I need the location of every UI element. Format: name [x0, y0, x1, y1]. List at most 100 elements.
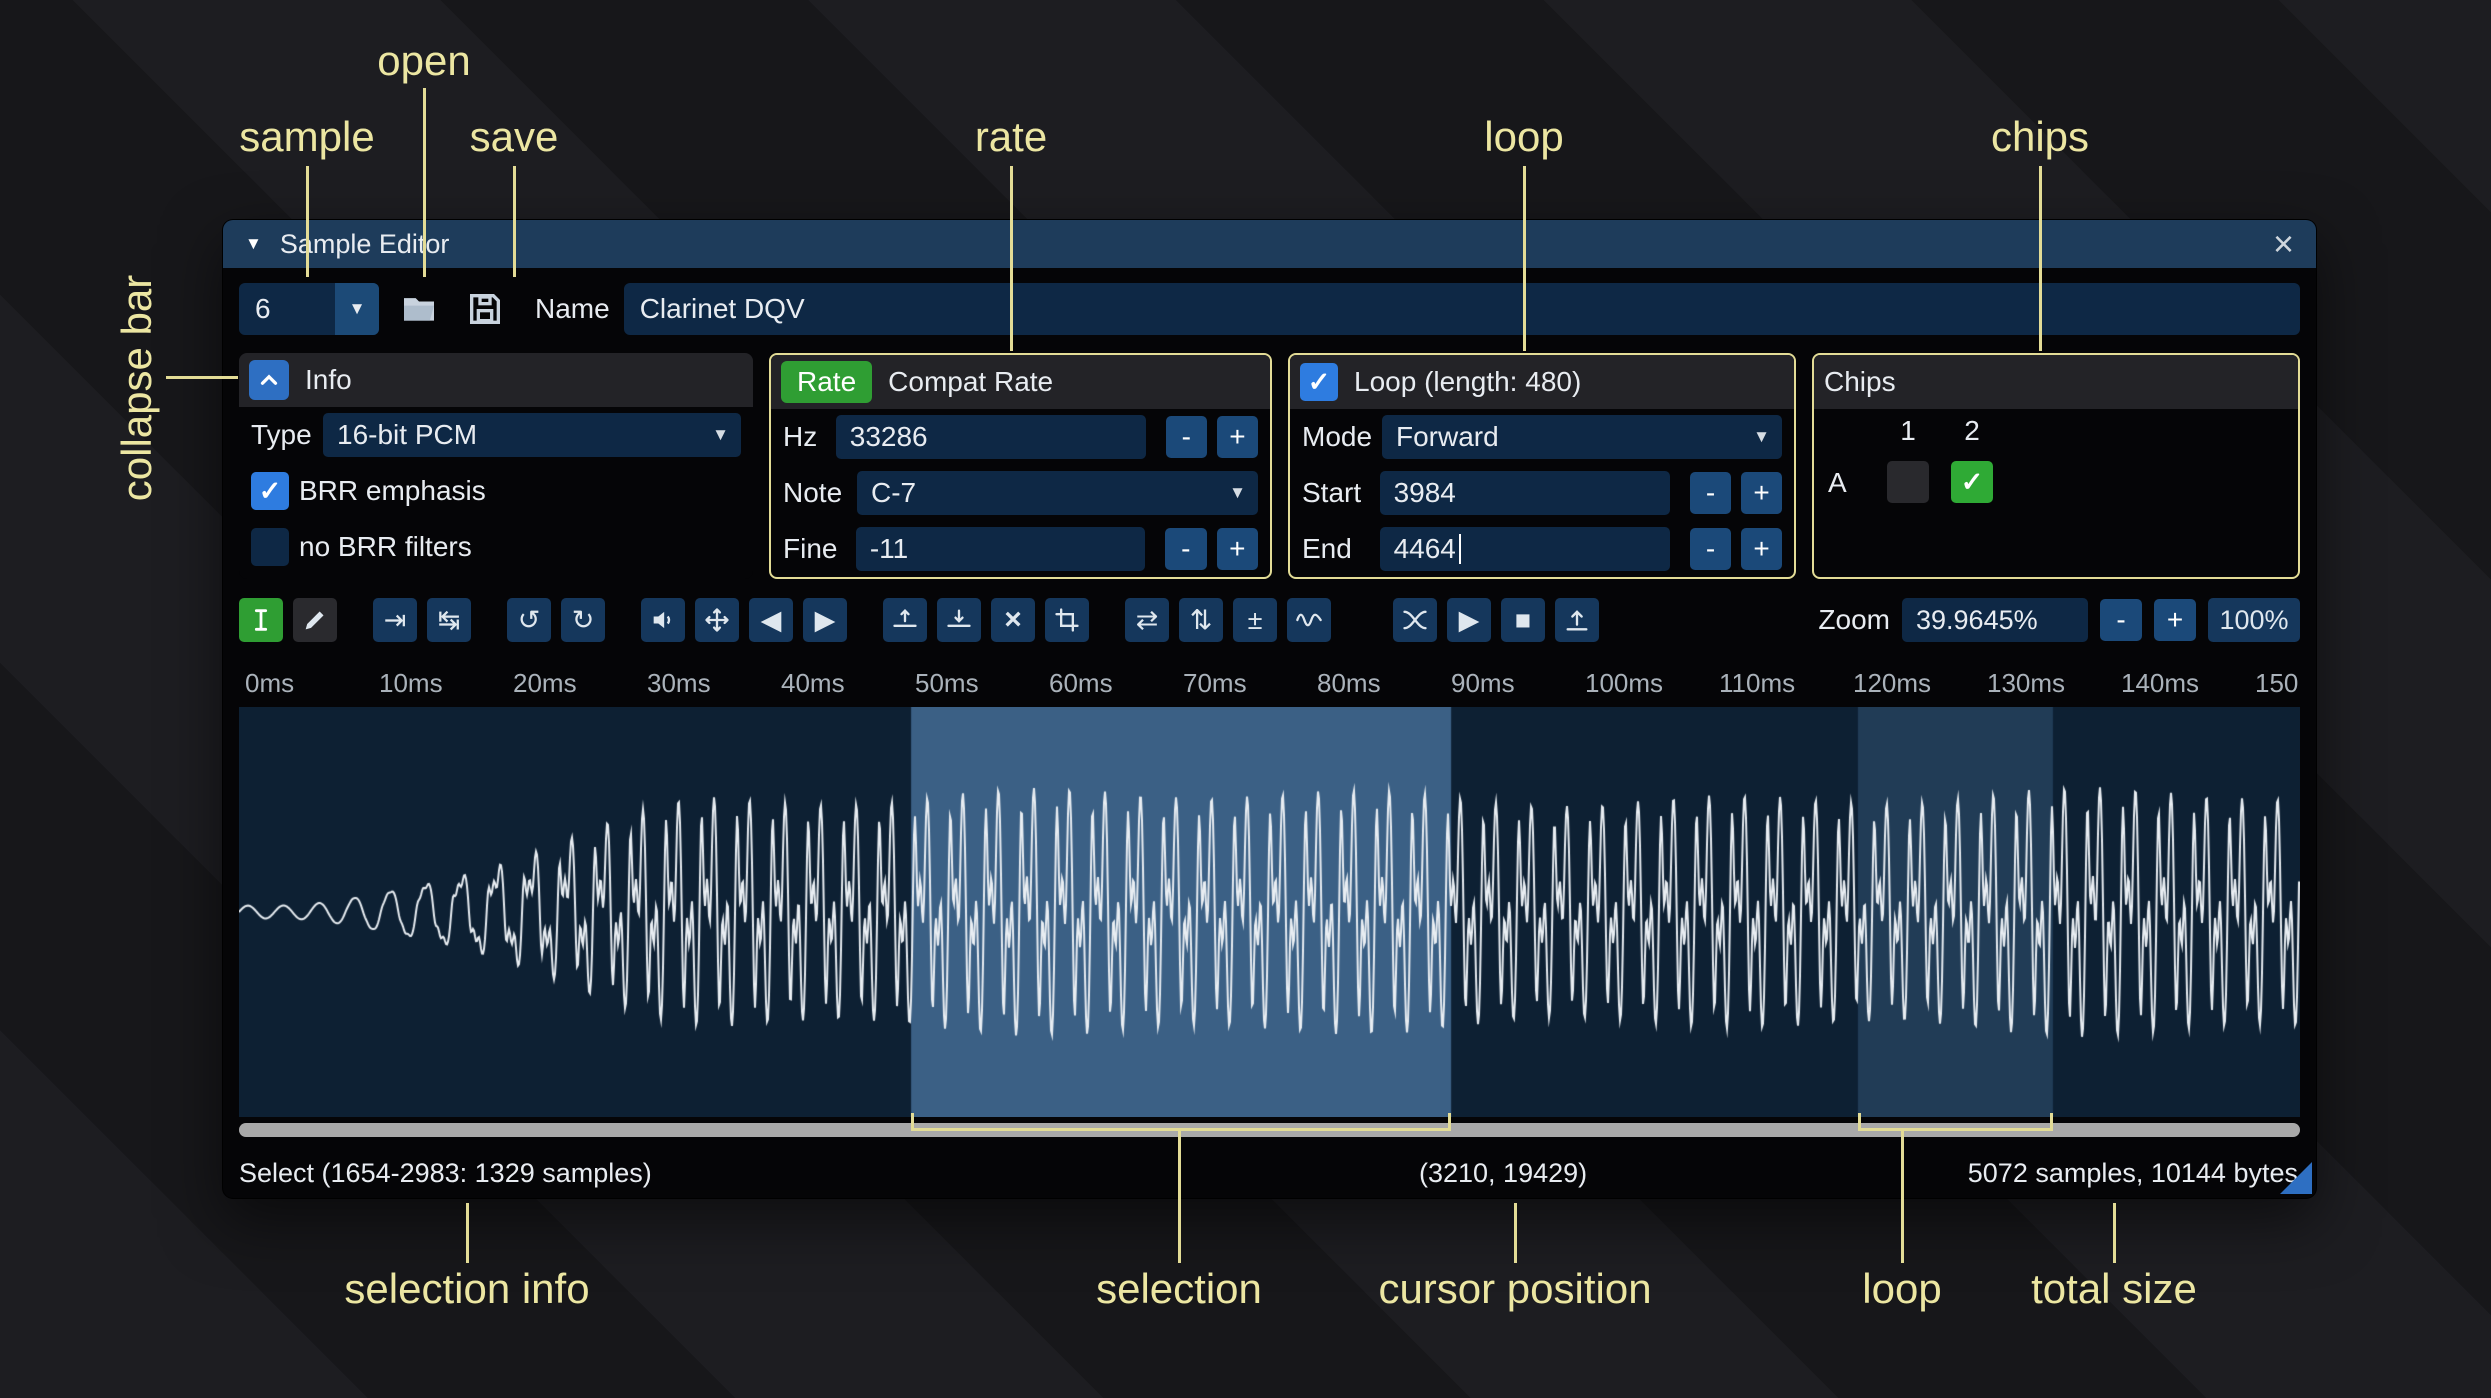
fine-minus-button[interactable]: -	[1165, 528, 1207, 570]
zoom-plus-button[interactable]: +	[2154, 599, 2196, 641]
insert-silence-icon	[891, 606, 919, 634]
undo-button[interactable]: ↺	[507, 598, 551, 642]
loop-start-minus-button[interactable]: -	[1690, 472, 1732, 514]
fade-out-button[interactable]: ▶	[803, 598, 847, 642]
folder-open-icon	[399, 289, 439, 329]
loop-enable-checkbox[interactable]: ✓	[1300, 363, 1338, 401]
info-panel-title: Info	[305, 364, 352, 395]
selection-info-text: Select (1654-2983: 1329 samples)	[239, 1158, 652, 1188]
hz-plus-button[interactable]: +	[1216, 416, 1258, 458]
note-label: Note	[783, 477, 843, 508]
resize-button[interactable]: ⇥	[373, 598, 417, 642]
amplify-button[interactable]	[641, 598, 685, 642]
loop-start-input[interactable]: 3984	[1379, 471, 1671, 515]
loop-start-plus-button[interactable]: +	[1741, 472, 1782, 514]
apply-silence-button[interactable]	[937, 598, 981, 642]
sign-invert-button[interactable]: ±	[1233, 598, 1277, 642]
mode-label: Mode	[1302, 421, 1373, 452]
preview-sample-button[interactable]: ▶	[1447, 598, 1491, 642]
fine-plus-button[interactable]: +	[1216, 528, 1258, 570]
name-label: Name	[535, 293, 610, 324]
text-caret	[1458, 534, 1461, 564]
crop-icon	[1053, 606, 1081, 634]
collapse-window-icon[interactable]: ▼	[245, 234, 262, 254]
crossfade-loop-button[interactable]	[1393, 598, 1437, 642]
fade-in-button[interactable]: ◀	[749, 598, 793, 642]
chevron-up-icon	[256, 367, 282, 393]
hz-minus-button[interactable]: -	[1165, 416, 1207, 458]
chip-1-checkbox[interactable]	[1887, 461, 1929, 503]
resize-grip[interactable]	[2280, 1162, 2312, 1194]
redo-icon: ↻	[571, 604, 595, 635]
chip-row-a-label: A	[1828, 467, 1847, 498]
note-select[interactable]: C-7 ▼	[857, 471, 1258, 515]
ruler-label: 90ms	[1451, 668, 1515, 698]
zoom-reset-button[interactable]: 100%	[2208, 598, 2300, 642]
invert-icon: ⇅	[1189, 604, 1213, 635]
edit-select-button[interactable]	[239, 598, 283, 642]
fine-input[interactable]: -11	[855, 527, 1146, 571]
annotation-cursor-position: cursor position	[1378, 1265, 1652, 1312]
play-icon: ▶	[1458, 604, 1480, 635]
annotation-selection-info: selection info	[344, 1265, 590, 1312]
resample-icon: ↹	[437, 604, 461, 635]
sample-number-select[interactable]: 6 ▼	[239, 283, 379, 335]
resize-icon: ⇥	[383, 604, 407, 635]
type-select[interactable]: 16-bit PCM ▼	[323, 413, 741, 457]
edit-draw-button[interactable]	[293, 598, 337, 642]
scrollbar-thumb[interactable]	[239, 1123, 2300, 1137]
time-ruler[interactable]: 0ms 10ms 20ms 30ms 40ms 50ms 60ms 70ms 8…	[239, 660, 2300, 704]
brr-emphasis-checkbox[interactable]: ✓	[251, 472, 289, 510]
loop-end-minus-button[interactable]: -	[1690, 528, 1732, 570]
insert-silence-button[interactable]	[883, 598, 927, 642]
plus-minus-icon: ±	[1247, 604, 1263, 635]
ibeam-cursor-icon	[247, 606, 275, 634]
delete-button[interactable]: ×	[991, 598, 1035, 642]
save-button[interactable]	[459, 283, 511, 335]
zoom-input[interactable]: 39.9645%	[1902, 598, 2088, 642]
reverse-icon: ⇄	[1135, 604, 1159, 635]
sample-number-dropdown-button[interactable]: ▼	[335, 283, 379, 335]
annotation-line-total-size	[2113, 1203, 2116, 1263]
header-row: 6 ▼ Name Clarinet DQV	[239, 282, 2300, 336]
rate-button[interactable]: Rate	[781, 361, 873, 403]
normalize-button[interactable]	[695, 598, 739, 642]
resample-button[interactable]: ↹	[427, 598, 471, 642]
horizontal-scrollbar[interactable]	[239, 1123, 2300, 1137]
zoom-minus-button[interactable]: -	[2100, 599, 2142, 641]
loop-panel: ✓ Loop (length: 480) Mode Forward ▼ Star…	[1288, 353, 1796, 579]
open-button[interactable]	[393, 283, 445, 335]
name-input[interactable]: Clarinet DQV	[623, 283, 2300, 335]
annotation-total-size: total size	[2031, 1265, 2197, 1312]
cursor-position-text: (3210, 19429)	[1419, 1158, 1588, 1188]
ruler-label: 140ms	[2121, 668, 2200, 698]
annotation-open: open	[377, 37, 471, 84]
loop-mode-select[interactable]: Forward ▼	[1382, 415, 1782, 459]
apply-silence-icon	[945, 606, 973, 634]
window-title: Sample Editor	[279, 228, 450, 259]
no-brr-filters-checkbox[interactable]	[251, 528, 289, 566]
loop-end-plus-button[interactable]: +	[1741, 528, 1782, 570]
invert-button[interactable]: ⇅	[1179, 598, 1223, 642]
chip-2-checkbox[interactable]: ✓	[1951, 461, 1993, 503]
ruler-label: 120ms	[1853, 668, 1932, 698]
close-icon[interactable]: ×	[2273, 226, 2294, 262]
fine-label: Fine	[783, 533, 838, 564]
stop-preview-button[interactable]: ■	[1501, 598, 1545, 642]
hz-input[interactable]: 33286	[835, 415, 1146, 459]
reverse-button[interactable]: ⇄	[1125, 598, 1169, 642]
create-wavetable-button[interactable]	[1555, 598, 1599, 642]
upload-icon	[1563, 606, 1591, 634]
annotation-selection: selection	[1096, 1265, 1262, 1312]
collapse-bar-button[interactable]	[249, 360, 289, 400]
titlebar[interactable]: ▼ Sample Editor ×	[223, 220, 2316, 268]
chevron-down-icon: ▼	[348, 299, 366, 318]
redo-button[interactable]: ↻	[561, 598, 605, 642]
loop-end-input[interactable]: 4464	[1379, 527, 1671, 571]
waveform-view[interactable]	[239, 707, 2300, 1117]
trim-button[interactable]	[1045, 598, 1089, 642]
ruler-label: 30ms	[647, 668, 711, 698]
floppy-save-icon	[465, 289, 505, 329]
filter-button[interactable]	[1287, 598, 1331, 642]
ruler-label: 50ms	[915, 668, 979, 698]
